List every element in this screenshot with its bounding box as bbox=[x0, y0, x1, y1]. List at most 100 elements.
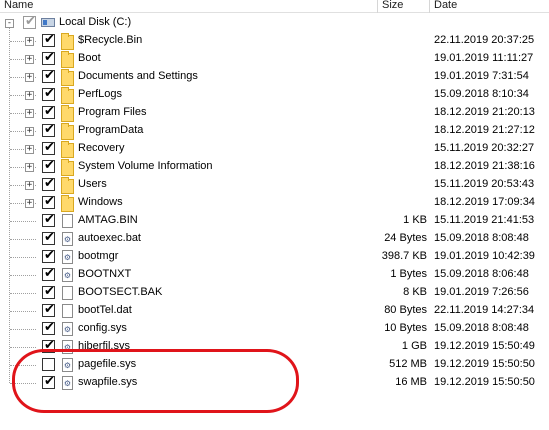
gear-icon: ⚙ bbox=[63, 343, 72, 352]
item-date: 19.01.2019 7:26:56 bbox=[434, 286, 529, 298]
item-checkbox[interactable]: ✔ bbox=[42, 230, 55, 245]
item-checkbox[interactable]: ✔ bbox=[42, 104, 55, 119]
folder-icon bbox=[61, 177, 74, 194]
expand-toggle[interactable]: + bbox=[25, 181, 34, 190]
tree-connector bbox=[10, 293, 36, 294]
item-size: 80 Bytes bbox=[384, 304, 427, 316]
item-date: 15.09.2018 8:08:48 bbox=[434, 232, 529, 244]
file-row[interactable]: ✔ AMTAG.BIN 1 KB 15.11.2019 21:41:53 bbox=[0, 212, 549, 230]
expand-toggle[interactable]: + bbox=[25, 55, 34, 64]
item-name: $Recycle.Bin bbox=[78, 34, 143, 46]
folder-icon bbox=[61, 195, 74, 212]
column-header-name[interactable]: Name bbox=[0, 0, 377, 12]
item-name: Boot bbox=[78, 52, 101, 64]
tree-root-row[interactable]: - ✔ Local Disk (C:) bbox=[0, 14, 549, 32]
item-checkbox[interactable]: ✔ bbox=[42, 212, 55, 227]
check-icon: ✔ bbox=[25, 14, 36, 29]
folder-row[interactable]: + ✔ Program Files 18.12.2019 21:20:13 bbox=[0, 104, 549, 122]
system-file-icon: ⚙ bbox=[62, 340, 73, 354]
tree-connector bbox=[10, 383, 36, 384]
file-row[interactable]: ✔ ⚙ hiberfil.sys 1 GB 19.12.2019 15:50:49 bbox=[0, 338, 549, 356]
item-date: 18.12.2019 21:27:12 bbox=[434, 124, 535, 136]
item-date: 22.11.2019 20:37:25 bbox=[434, 34, 535, 46]
folder-row[interactable]: + ✔ Windows 18.12.2019 17:09:34 bbox=[0, 194, 549, 212]
check-icon: ✔ bbox=[44, 284, 55, 299]
check-icon: ✔ bbox=[44, 158, 55, 173]
expand-toggle[interactable]: + bbox=[25, 109, 34, 118]
expand-toggle[interactable]: + bbox=[25, 73, 34, 82]
folder-row[interactable]: + ✔ Recovery 15.11.2019 20:32:27 bbox=[0, 140, 549, 158]
item-date: 19.01.2019 10:42:39 bbox=[434, 250, 535, 262]
item-checkbox[interactable]: ✔ bbox=[42, 302, 55, 317]
file-row[interactable]: ✔ ⚙ BOOTNXT 1 Bytes 15.09.2018 8:06:48 bbox=[0, 266, 549, 284]
item-name: bootmgr bbox=[78, 250, 119, 262]
expand-toggle[interactable]: + bbox=[25, 127, 34, 136]
file-row[interactable]: ✔ ⚙ autoexec.bat 24 Bytes 15.09.2018 8:08:48 bbox=[0, 230, 549, 248]
item-checkbox[interactable] bbox=[42, 358, 55, 371]
item-size: 512 MB bbox=[389, 358, 427, 370]
folder-row[interactable]: + ✔ Boot 19.01.2019 11:11:27 bbox=[0, 50, 549, 68]
item-checkbox[interactable]: ✔ bbox=[42, 122, 55, 137]
file-row[interactable]: ✔ ⚙ bootmgr 398.7 KB 19.01.2019 10:42:39 bbox=[0, 248, 549, 266]
column-header-date[interactable]: Date bbox=[430, 0, 549, 12]
column-header-size[interactable]: Size bbox=[378, 0, 429, 12]
system-file-icon: ⚙ bbox=[62, 268, 73, 282]
check-icon: ✔ bbox=[44, 32, 55, 47]
file-row[interactable]: ✔ ⚙ swapfile.sys 16 MB 19.12.2019 15:50:50 bbox=[0, 374, 549, 392]
item-checkbox[interactable]: ✔ bbox=[42, 86, 55, 101]
tree-connector bbox=[10, 221, 36, 222]
item-checkbox[interactable]: ✔ bbox=[42, 284, 55, 299]
root-label: Local Disk (C:) bbox=[59, 16, 132, 28]
file-icon bbox=[62, 304, 73, 318]
check-icon: ✔ bbox=[44, 230, 55, 245]
item-name: Documents and Settings bbox=[78, 70, 198, 82]
item-checkbox[interactable]: ✔ bbox=[42, 338, 55, 353]
item-checkbox[interactable]: ✔ bbox=[42, 266, 55, 281]
gear-icon: ⚙ bbox=[63, 379, 72, 388]
item-size: 10 Bytes bbox=[384, 322, 427, 334]
tree-connector bbox=[10, 347, 36, 348]
file-row[interactable]: ⚙ pagefile.sys 512 MB 19.12.2019 15:50:50 bbox=[0, 356, 549, 374]
root-checkbox[interactable]: ✔ bbox=[23, 14, 36, 29]
tree-connector bbox=[10, 275, 36, 276]
folder-row[interactable]: + ✔ Documents and Settings 19.01.2019 7:31:… bbox=[0, 68, 549, 86]
folder-icon bbox=[61, 141, 74, 158]
file-row[interactable]: ✔ bootTel.dat 80 Bytes 22.11.2019 14:27:34 bbox=[0, 302, 549, 320]
check-icon: ✔ bbox=[44, 140, 55, 155]
item-checkbox[interactable]: ✔ bbox=[42, 176, 55, 191]
file-row[interactable]: ✔ ⚙ config.sys 10 Bytes 15.09.2018 8:08:48 bbox=[0, 320, 549, 338]
gear-icon: ⚙ bbox=[63, 325, 72, 334]
item-checkbox[interactable]: ✔ bbox=[42, 158, 55, 173]
expand-toggle[interactable]: + bbox=[25, 145, 34, 154]
expand-toggle[interactable]: + bbox=[25, 199, 34, 208]
item-name: hiberfil.sys bbox=[78, 340, 130, 352]
system-file-icon: ⚙ bbox=[62, 376, 73, 390]
check-icon: ✔ bbox=[44, 320, 55, 335]
item-checkbox[interactable]: ✔ bbox=[42, 374, 55, 389]
item-checkbox[interactable]: ✔ bbox=[42, 68, 55, 83]
item-name: swapfile.sys bbox=[78, 376, 138, 388]
check-icon: ✔ bbox=[44, 68, 55, 83]
item-checkbox[interactable]: ✔ bbox=[42, 248, 55, 263]
file-row[interactable]: ✔ BOOTSECT.BAK 8 KB 19.01.2019 7:26:56 bbox=[0, 284, 549, 302]
folder-row[interactable]: + ✔ System Volume Information 18.12.2019 21… bbox=[0, 158, 549, 176]
check-icon: ✔ bbox=[44, 248, 55, 263]
item-checkbox[interactable]: ✔ bbox=[42, 194, 55, 209]
folder-row[interactable]: + ✔ ProgramData 18.12.2019 21:27:12 bbox=[0, 122, 549, 140]
item-size: 1 GB bbox=[401, 340, 427, 352]
item-checkbox[interactable]: ✔ bbox=[42, 140, 55, 155]
expand-toggle[interactable]: + bbox=[25, 163, 34, 172]
folder-row[interactable]: + ✔ Users 15.11.2019 20:53:43 bbox=[0, 176, 549, 194]
expand-toggle[interactable]: + bbox=[25, 37, 34, 46]
collapse-toggle[interactable]: - bbox=[5, 19, 14, 28]
tree-connector bbox=[10, 311, 36, 312]
item-checkbox[interactable]: ✔ bbox=[42, 32, 55, 47]
drive-icon bbox=[41, 18, 55, 27]
check-icon: ✔ bbox=[44, 266, 55, 281]
item-checkbox[interactable]: ✔ bbox=[42, 320, 55, 335]
folder-row[interactable]: + ✔ $Recycle.Bin 22.11.2019 20:37:25 bbox=[0, 32, 549, 50]
folder-row[interactable]: + ✔ PerfLogs 15.09.2018 8:10:34 bbox=[0, 86, 549, 104]
expand-toggle[interactable]: + bbox=[25, 91, 34, 100]
item-checkbox[interactable]: ✔ bbox=[42, 50, 55, 65]
item-date: 19.12.2019 15:50:50 bbox=[434, 376, 535, 388]
